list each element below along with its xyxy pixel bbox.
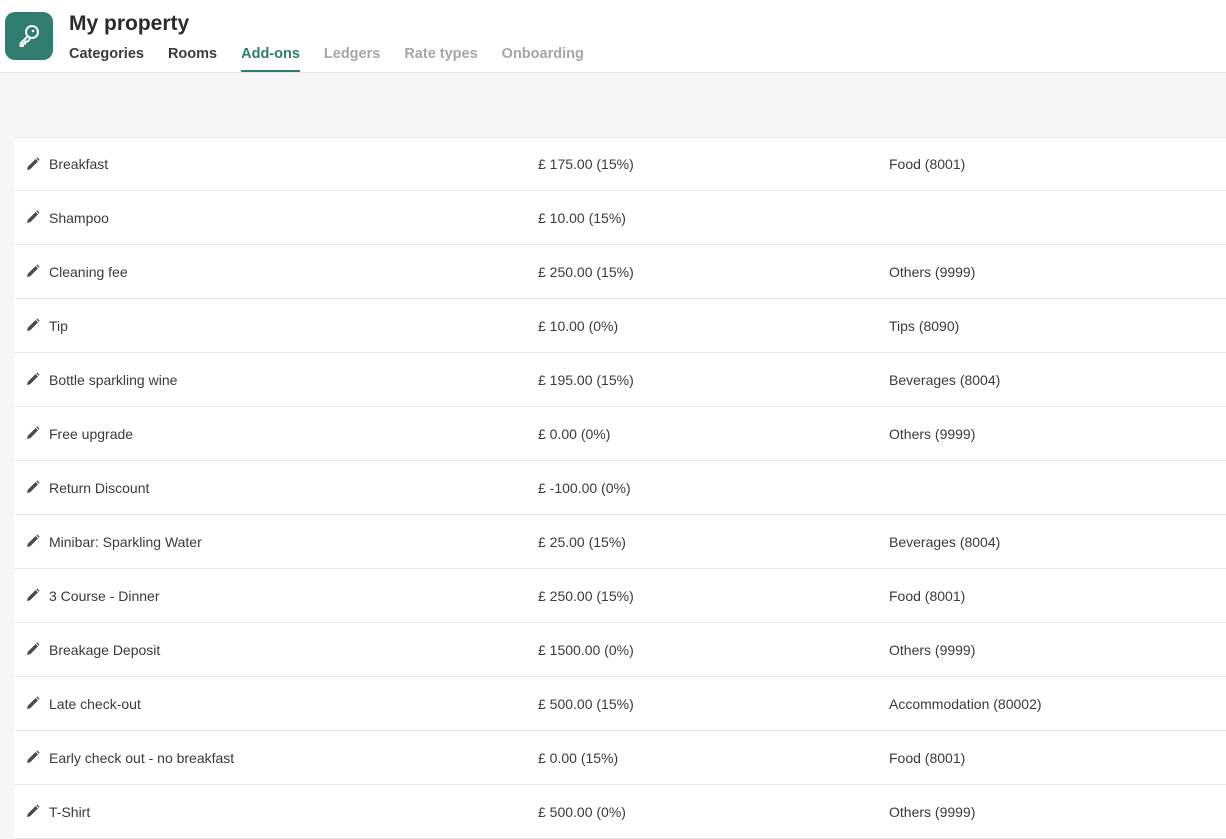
addon-price: £ 250.00 (15%)	[538, 587, 634, 604]
addon-name: Early check out - no breakfast	[49, 749, 235, 766]
section-tabs: Categories Rooms Add-ons Ledgers Rate ty…	[69, 44, 608, 73]
addon-name: Breakage Deposit	[49, 641, 161, 658]
addon-price: £ 250.00 (15%)	[538, 263, 634, 280]
addons-table: Breakfast £ 175.00 (15%) Food (8001) Shampo…	[0, 137, 1226, 839]
addon-row[interactable]: Minibar: Sparkling Water £ 25.00 (15%) Bev…	[14, 515, 1226, 569]
addon-ledger: Food (8001)	[889, 587, 966, 604]
addon-ledger: Others (9999)	[889, 803, 976, 820]
addon-price: £ 25.00 (15%)	[538, 533, 626, 550]
addon-name: Tip	[49, 317, 68, 334]
app-header: My property Categories Rooms Add-ons Led…	[0, 0, 1226, 73]
addon-row[interactable]: T-Shirt £ 500.00 (0%) Others (9999)	[14, 785, 1226, 839]
addon-price: £ 1500.00 (0%)	[538, 641, 634, 658]
addon-ledger: Others (9999)	[889, 263, 976, 280]
addon-row[interactable]: Breakage Deposit £ 1500.00 (0%) Others (99…	[14, 623, 1226, 677]
pencil-icon[interactable]	[26, 372, 40, 386]
addon-row[interactable]: Tip £ 10.00 (0%) Tips (8090)	[14, 299, 1226, 353]
addon-row[interactable]: Breakfast £ 175.00 (15%) Food (8001)	[14, 137, 1226, 191]
addon-name: Return Discount	[49, 479, 150, 496]
addon-price: £ 10.00 (15%)	[538, 209, 626, 226]
addon-name: 3 Course - Dinner	[49, 587, 160, 604]
addons-list: Breakfast £ 175.00 (15%) Food (8001) Shampo…	[14, 137, 1226, 839]
addon-price: £ 195.00 (15%)	[538, 371, 634, 388]
pencil-icon[interactable]	[26, 642, 40, 656]
tab-onboarding[interactable]: Onboarding	[502, 44, 584, 73]
addon-ledger: Beverages (8004)	[889, 371, 1001, 388]
addon-ledger: Tips (8090)	[889, 317, 960, 334]
addon-row[interactable]: Late check-out £ 500.00 (15%) Accommodatio…	[14, 677, 1226, 731]
addon-row[interactable]: Early check out - no breakfast £ 0.00 (15…	[14, 731, 1226, 785]
addon-price: £ -100.00 (0%)	[538, 479, 631, 496]
addon-row[interactable]: 3 Course - Dinner £ 250.00 (15%) Food (800…	[14, 569, 1226, 623]
tab-ledgers[interactable]: Ledgers	[324, 44, 380, 73]
addon-price: £ 500.00 (0%)	[538, 803, 626, 820]
pencil-icon[interactable]	[26, 318, 40, 332]
addon-name: Cleaning fee	[49, 263, 128, 280]
addon-ledger: Others (9999)	[889, 641, 976, 658]
pencil-icon[interactable]	[26, 480, 40, 494]
addon-name: T-Shirt	[49, 803, 91, 820]
toolbar-area	[0, 73, 1226, 137]
pencil-icon[interactable]	[26, 264, 40, 278]
addon-row[interactable]: Cleaning fee £ 250.00 (15%) Others (9999)	[14, 245, 1226, 299]
page-title: My property	[69, 12, 190, 35]
addon-row[interactable]: Shampoo £ 10.00 (15%)	[14, 191, 1226, 245]
addon-name: Late check-out	[49, 695, 141, 712]
pencil-icon[interactable]	[26, 750, 40, 764]
addon-price: £ 10.00 (0%)	[538, 317, 619, 334]
addon-ledger: Others (9999)	[889, 425, 976, 442]
pencil-icon[interactable]	[26, 588, 40, 602]
addon-name: Breakfast	[49, 156, 109, 172]
addon-name: Bottle sparkling wine	[49, 371, 178, 388]
tab-rooms[interactable]: Rooms	[168, 44, 217, 73]
pencil-icon[interactable]	[26, 696, 40, 710]
addon-ledger: Food (8001)	[889, 749, 966, 766]
pencil-icon[interactable]	[26, 157, 40, 171]
addon-price: £ 0.00 (15%)	[538, 749, 619, 766]
tab-categories[interactable]: Categories	[69, 44, 144, 73]
addon-ledger: Accommodation (80002)	[889, 695, 1042, 712]
addon-row[interactable]: Return Discount £ -100.00 (0%)	[14, 461, 1226, 515]
addon-ledger: Food (8001)	[889, 156, 966, 172]
addon-name: Free upgrade	[49, 425, 134, 442]
pencil-icon[interactable]	[26, 804, 40, 818]
pencil-icon[interactable]	[26, 426, 40, 440]
addon-name: Minibar: Sparkling Water	[49, 533, 202, 550]
addon-price: £ 0.00 (0%)	[538, 425, 611, 442]
addon-price: £ 175.00 (15%)	[538, 156, 634, 172]
addon-ledger: Beverages (8004)	[889, 533, 1001, 550]
addon-row[interactable]: Bottle sparkling wine £ 195.00 (15%) Bever…	[14, 353, 1226, 407]
pencil-icon[interactable]	[26, 210, 40, 224]
pencil-icon[interactable]	[26, 534, 40, 548]
tab-rate-types[interactable]: Rate types	[404, 44, 477, 73]
addon-name: Shampoo	[49, 209, 109, 226]
key-icon[interactable]	[5, 12, 53, 60]
tab-add-ons[interactable]: Add-ons	[241, 44, 300, 73]
addon-price: £ 500.00 (15%)	[538, 695, 634, 712]
addon-row[interactable]: Free upgrade £ 0.00 (0%) Others (9999)	[14, 407, 1226, 461]
